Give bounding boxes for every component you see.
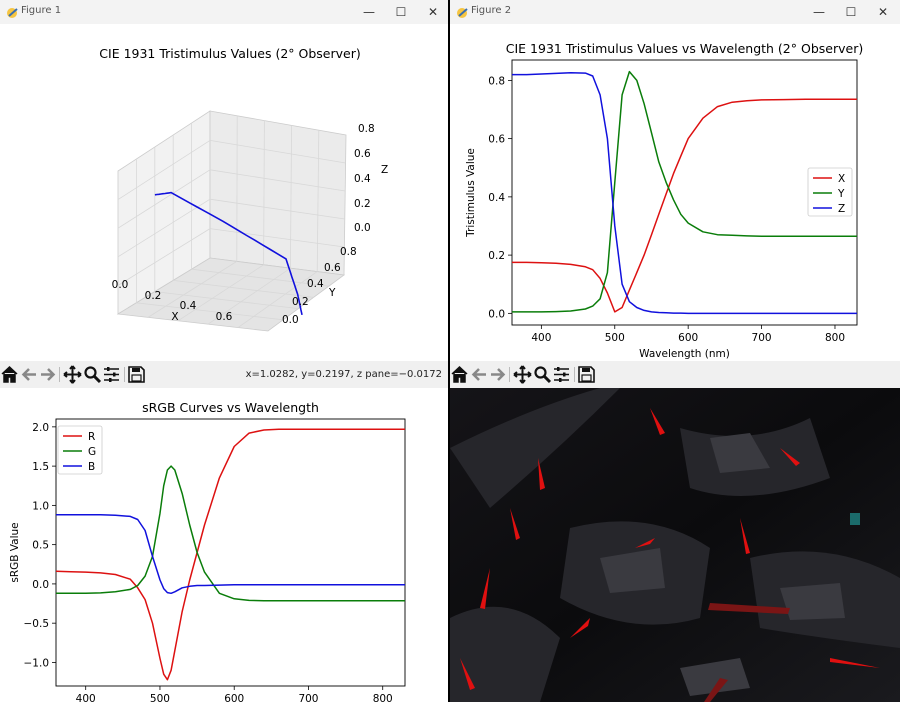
toolbar-separator	[509, 367, 510, 382]
pan-icon[interactable]	[63, 365, 82, 384]
z-tick-label: 0.6	[354, 148, 371, 160]
window-title: Figure 1	[21, 5, 62, 16]
x-tick-label: 700	[298, 693, 318, 702]
home-icon[interactable]	[450, 365, 469, 384]
x-tick-label: 0.4	[180, 300, 197, 312]
y-tick-label: 1.0	[32, 500, 49, 512]
coordinate-readout: x=1.0282, y=0.2197, z pane=−0.0172	[245, 369, 442, 380]
minimize-button[interactable]: —	[808, 3, 830, 21]
legend-label: R	[88, 431, 95, 443]
x-tick-label: 800	[373, 693, 393, 702]
toolbar-separator	[124, 367, 125, 382]
maximize-button[interactable]: ☐	[390, 3, 412, 21]
x-tick-label: 500	[150, 693, 170, 702]
window-title: Figure 2	[471, 5, 512, 16]
figure-2-window: Figure 2 — ☐ ✕ CIE 1931 Tristimulus Valu…	[450, 0, 900, 388]
y-tick-label: 0.8	[340, 246, 357, 258]
back-pane	[209, 110, 347, 276]
zoom-icon[interactable]	[83, 365, 102, 384]
figure-1-window: Figure 1 — ☐ ✕ CIE 1931 Tristimulus Valu…	[0, 0, 448, 388]
y-tick-label: 0.0	[488, 308, 505, 320]
y-tick-label: 0.0	[282, 314, 299, 326]
toolbar-separator	[574, 367, 575, 382]
toolbar-separator	[59, 367, 60, 382]
desktop-wallpaper	[450, 388, 900, 702]
z-tick-label: 0.4	[354, 173, 371, 185]
y-tick-label: 0.2	[292, 296, 309, 308]
save-icon[interactable]	[127, 365, 146, 384]
legend-label: Y	[837, 188, 845, 200]
z-tick-label: 0.0	[354, 222, 371, 234]
minimize-button[interactable]: —	[358, 3, 380, 21]
y-tick-label: 0.5	[32, 540, 49, 552]
x-tick-label: 0.0	[112, 279, 129, 291]
z-axis-label: Z	[381, 164, 388, 176]
matplotlib-app-icon	[456, 5, 470, 19]
srgb-chart[interactable]: sRGB Curves vs Wavelength 400 500 600 700 800…	[0, 388, 448, 702]
maximize-button[interactable]: ☐	[840, 3, 862, 21]
forward-icon[interactable]	[38, 365, 57, 384]
x-tick-label: 600	[224, 693, 244, 702]
y-tick-label: 0.2	[488, 250, 505, 262]
save-icon[interactable]	[577, 365, 596, 384]
figure-1-toolbar: x=1.0282, y=0.2197, z pane=−0.0172	[0, 361, 448, 388]
legend-label: B	[88, 461, 95, 473]
configure-icon[interactable]	[552, 365, 571, 384]
x-tick-label: 400	[531, 332, 551, 344]
figure-3-window: sRGB Curves vs Wavelength 400 500 600 700 800…	[0, 388, 448, 702]
back-icon[interactable]	[20, 365, 39, 384]
plot-area	[55, 418, 406, 687]
figure-2-titlebar[interactable]: Figure 2 — ☐ ✕	[450, 0, 900, 24]
legend-label: G	[88, 446, 96, 458]
close-button[interactable]: ✕	[422, 3, 444, 21]
y-tick-label: 0.6	[324, 262, 341, 274]
chart-3d-plot[interactable]: CIE 1931 Tristimulus Values (2° Observer…	[0, 24, 448, 361]
y-tick-label: 0.4	[307, 278, 324, 290]
tristimulus-chart[interactable]: CIE 1931 Tristimulus Values vs Wavelengt…	[450, 24, 900, 361]
x-axis-label: X	[171, 311, 178, 323]
pan-icon[interactable]	[513, 365, 532, 384]
configure-icon[interactable]	[102, 365, 121, 384]
chart-title: sRGB Curves vs Wavelength	[142, 400, 319, 415]
y-tick-label: −0.5	[24, 618, 50, 630]
y-axis-label: Y	[328, 287, 336, 299]
dark-abstract-art	[450, 388, 900, 702]
x-tick-label: 600	[678, 332, 698, 344]
home-icon[interactable]	[0, 365, 19, 384]
legend-label: Z	[838, 203, 845, 215]
chart-title: CIE 1931 Tristimulus Values (2° Observer…	[99, 46, 360, 61]
x-tick-label: 500	[605, 332, 625, 344]
matplotlib-app-icon	[6, 5, 20, 19]
y-tick-label: 0.6	[488, 134, 505, 146]
zoom-icon[interactable]	[533, 365, 552, 384]
figure-2-toolbar	[450, 361, 900, 388]
y-tick-label: −1.0	[24, 657, 50, 669]
y-tick-label: 0.4	[488, 192, 505, 204]
close-button[interactable]: ✕	[872, 3, 894, 21]
x-tick-label: 0.2	[145, 290, 162, 302]
y-tick-label: 0.8	[488, 75, 505, 87]
figure-1-titlebar[interactable]: Figure 1 — ☐ ✕	[0, 0, 448, 24]
y-tick-label: 0.0	[32, 579, 49, 591]
y-axis-label: sRGB Value	[9, 522, 21, 582]
y-tick-label: 1.5	[32, 461, 49, 473]
back-icon[interactable]	[470, 365, 489, 384]
y-tick-label: 2.0	[32, 422, 49, 434]
x-tick-label: 700	[752, 332, 772, 344]
chart-title: CIE 1931 Tristimulus Values vs Wavelengt…	[506, 41, 863, 56]
legend-label: X	[838, 173, 845, 185]
forward-icon[interactable]	[488, 365, 507, 384]
x-tick-label: 400	[76, 693, 96, 702]
y-axis-label: Tristimulus Value	[465, 148, 477, 238]
x-axis-label: Wavelength (nm)	[639, 348, 730, 360]
x-tick-label: 0.6	[216, 311, 233, 323]
z-tick-label: 0.2	[354, 198, 371, 210]
x-tick-label: 800	[825, 332, 845, 344]
z-tick-label: 0.8	[358, 123, 375, 135]
